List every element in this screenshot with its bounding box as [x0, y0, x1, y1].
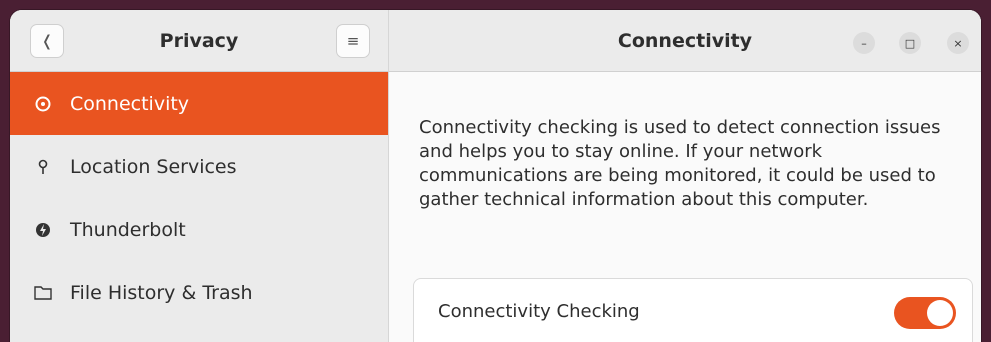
- description-text: Connectivity checking is used to detect …: [419, 117, 941, 210]
- sidebar: ❬ Privacy ≡ Connectivity Location Servic…: [10, 10, 389, 342]
- sidebar-item-connectivity[interactable]: Connectivity: [10, 72, 388, 135]
- sidebar-item-label: Connectivity: [70, 92, 190, 115]
- settings-window: ❬ Privacy ≡ Connectivity Location Servic…: [10, 10, 981, 342]
- connectivity-checking-row: Connectivity Checking: [413, 278, 973, 342]
- sidebar-item-label: Location Services: [70, 155, 237, 178]
- minimize-button[interactable]: –: [853, 32, 875, 54]
- sidebar-nav: Connectivity Location Services Thunderbo…: [10, 72, 388, 324]
- minimize-icon: –: [861, 36, 867, 50]
- content-panel: Connectivity – □ × Connectivity checking…: [389, 10, 981, 342]
- hamburger-menu-icon: ≡: [346, 32, 360, 50]
- thunderbolt-icon: [34, 221, 52, 239]
- connectivity-checking-toggle[interactable]: [894, 297, 956, 329]
- close-icon: ×: [953, 36, 963, 50]
- chevron-left-icon: ❬: [40, 32, 54, 50]
- close-button[interactable]: ×: [947, 32, 969, 54]
- setting-label: Connectivity Checking: [438, 301, 640, 322]
- sidebar-item-location-services[interactable]: Location Services: [10, 135, 388, 198]
- menu-button[interactable]: ≡: [336, 24, 370, 58]
- location-pin-icon: [34, 158, 52, 176]
- back-button[interactable]: ❬: [30, 24, 64, 58]
- maximize-icon: □: [904, 36, 916, 50]
- sidebar-item-file-history-trash[interactable]: File History & Trash: [10, 261, 388, 324]
- sidebar-item-label: File History & Trash: [70, 281, 253, 304]
- sidebar-item-thunderbolt[interactable]: Thunderbolt: [10, 198, 388, 261]
- sidebar-header: ❬ Privacy ≡: [10, 10, 388, 72]
- sidebar-item-label: Thunderbolt: [70, 218, 186, 241]
- toggle-knob: [927, 300, 953, 326]
- maximize-button[interactable]: □: [899, 32, 921, 54]
- connectivity-icon: [34, 95, 52, 113]
- sidebar-title: Privacy: [159, 29, 239, 52]
- content-header: Connectivity – □ ×: [389, 10, 981, 72]
- page-title: Connectivity: [617, 29, 753, 52]
- folder-icon: [34, 284, 52, 302]
